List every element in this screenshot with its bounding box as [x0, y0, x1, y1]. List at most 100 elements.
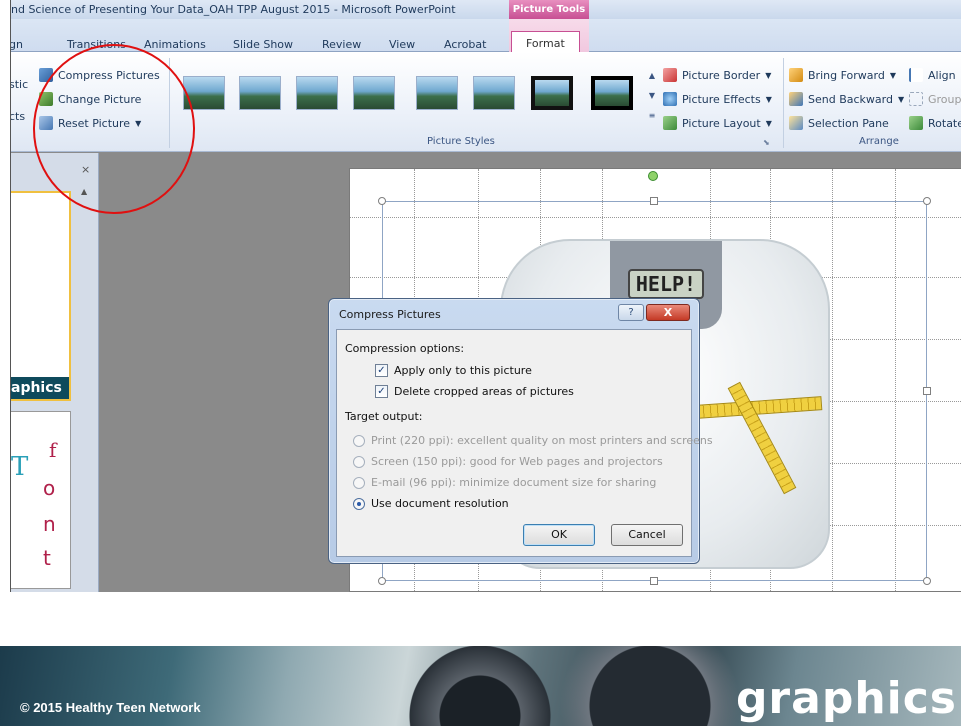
rotate-label: Rotate [928, 116, 961, 130]
target-output-header: Target output: [345, 410, 423, 423]
picture-border-label: Picture Border [682, 68, 761, 82]
picture-border-icon [663, 68, 677, 82]
checkbox-checked-icon: ✓ [375, 364, 388, 377]
screen-radio[interactable]: Screen (150 ppi): good for Web pages and… [353, 455, 663, 468]
align-button[interactable]: Align [909, 66, 956, 84]
help-button[interactable]: ? [618, 304, 644, 321]
picture-style-thumb[interactable] [296, 76, 338, 110]
tab-format[interactable]: Format [511, 31, 580, 53]
dialog-launcher-icon[interactable]: ⬊ [763, 138, 770, 147]
close-button[interactable]: X [646, 304, 690, 321]
picture-style-thumb[interactable] [473, 76, 515, 110]
artistic-effects-partial-top[interactable]: stic [11, 78, 28, 91]
slide-caption: aphics [11, 377, 69, 399]
send-backward-button[interactable]: Send Backward ▼ [789, 90, 904, 108]
artistic-effects-partial-bottom[interactable]: cts [11, 110, 25, 123]
slide-thumbnail[interactable]: f T o n t [11, 411, 71, 589]
resize-handle[interactable] [923, 577, 931, 585]
rotate-handle[interactable] [648, 171, 658, 181]
radio-selected-icon [353, 497, 365, 510]
resize-handle[interactable] [378, 197, 386, 205]
slide-title-graphics: graphics [735, 673, 957, 724]
slides-panel: × ▲ aphics f T o n t [11, 153, 99, 592]
chevron-down-icon: ▼ [765, 70, 772, 80]
checkbox-checked-icon: ✓ [375, 385, 388, 398]
bring-forward-button[interactable]: Bring Forward ▼ [789, 66, 896, 84]
picture-style-thumb[interactable] [353, 76, 395, 110]
radio-icon [353, 434, 365, 447]
send-backward-icon [789, 92, 803, 106]
resize-handle[interactable] [650, 197, 658, 205]
apply-only-checkbox[interactable]: ✓ Apply only to this picture [375, 364, 532, 377]
radio-icon [353, 455, 365, 468]
align-label: Align [928, 68, 956, 82]
compress-pictures-dialog: Compress Pictures ? X Compression option… [328, 298, 713, 564]
chevron-down-icon: ▼ [765, 94, 772, 104]
title-bar: nd Science of Presenting Your Data_OAH T… [11, 0, 961, 19]
chevron-down-icon: ▼ [765, 118, 772, 128]
selection-pane-icon [789, 116, 803, 130]
bring-forward-icon [789, 68, 803, 82]
delete-cropped-checkbox[interactable]: ✓ Delete cropped areas of pictures [375, 385, 574, 398]
slide-thumbnail[interactable]: aphics [11, 191, 71, 401]
picture-layout-button[interactable]: Picture Layout ▼ [663, 114, 772, 132]
email-radio[interactable]: E-mail (96 ppi): minimize document size … [353, 476, 656, 489]
rotate-button[interactable]: Rotate [909, 114, 961, 132]
chevron-down-icon: ▼ [897, 94, 905, 104]
email-label: E-mail (96 ppi): minimize document size … [371, 476, 657, 489]
picture-layout-icon [663, 116, 677, 130]
group-separator [783, 58, 784, 148]
rotate-icon [909, 116, 923, 130]
group-label: Group [928, 92, 961, 106]
delete-cropped-label: Delete cropped areas of pictures [394, 385, 574, 398]
dialog-title: Compress Pictures [339, 308, 441, 321]
slide-letter: T [11, 452, 29, 482]
arrange-group-label: Arrange [859, 136, 899, 147]
footer-banner: © 2015 Healthy Teen Network graphics [0, 646, 961, 726]
cancel-button[interactable]: Cancel [611, 524, 683, 546]
resize-handle[interactable] [923, 197, 931, 205]
screen-label: Screen (150 ppi): good for Web pages and… [371, 455, 663, 468]
slide-letter: n [43, 512, 56, 536]
picture-effects-label: Picture Effects [682, 92, 761, 106]
resize-handle[interactable] [923, 387, 931, 395]
group-button[interactable]: Group [909, 90, 961, 108]
picture-style-thumb[interactable] [531, 76, 573, 110]
use-document-resolution-label: Use document resolution [371, 497, 509, 510]
ok-button[interactable]: OK [523, 524, 595, 546]
print-radio[interactable]: Print (220 ppi): excellent quality on mo… [353, 434, 713, 447]
picture-border-button[interactable]: Picture Border ▼ [663, 66, 771, 84]
bring-forward-label: Bring Forward [808, 68, 885, 82]
styles-gallery-scroll[interactable]: ▲ ▼ ≡ [647, 66, 657, 126]
picture-effects-icon [663, 92, 677, 106]
picture-style-thumb[interactable] [416, 76, 458, 110]
resize-handle[interactable] [650, 577, 658, 585]
slide-letter: o [43, 476, 56, 500]
picture-styles-group-label: Picture Styles [427, 136, 495, 147]
chevron-down-icon: ▼ [889, 70, 896, 80]
picture-effects-button[interactable]: Picture Effects ▼ [663, 90, 772, 108]
picture-style-thumb[interactable] [239, 76, 281, 110]
apply-only-label: Apply only to this picture [394, 364, 532, 377]
ribbon-tabs: gn Transitions Animations Slide Show Rev… [11, 19, 961, 53]
picture-tools-context-label: Picture Tools [509, 0, 589, 19]
resize-handle[interactable] [378, 577, 386, 585]
print-label: Print (220 ppi): excellent quality on mo… [371, 434, 713, 447]
send-backward-label: Send Backward [808, 92, 893, 106]
use-document-resolution-radio[interactable]: Use document resolution [353, 497, 509, 510]
compression-options-header: Compression options: [345, 342, 465, 355]
red-highlight-circle [33, 44, 195, 214]
dialog-body: Compression options: ✓ Apply only to thi… [336, 329, 713, 557]
picture-style-thumb[interactable] [591, 76, 633, 110]
slide-letter: f [49, 438, 57, 462]
selection-pane-label: Selection Pane [808, 116, 889, 130]
radio-icon [353, 476, 365, 489]
copyright-text: © 2015 Healthy Teen Network [20, 700, 201, 715]
group-icon [909, 92, 923, 106]
window-title: nd Science of Presenting Your Data_OAH T… [11, 3, 456, 16]
slide-letter: t [43, 546, 51, 570]
align-icon [909, 68, 923, 82]
selection-pane-button[interactable]: Selection Pane [789, 114, 889, 132]
picture-layout-label: Picture Layout [682, 116, 761, 130]
powerpoint-screenshot: nd Science of Presenting Your Data_OAH T… [10, 0, 961, 592]
